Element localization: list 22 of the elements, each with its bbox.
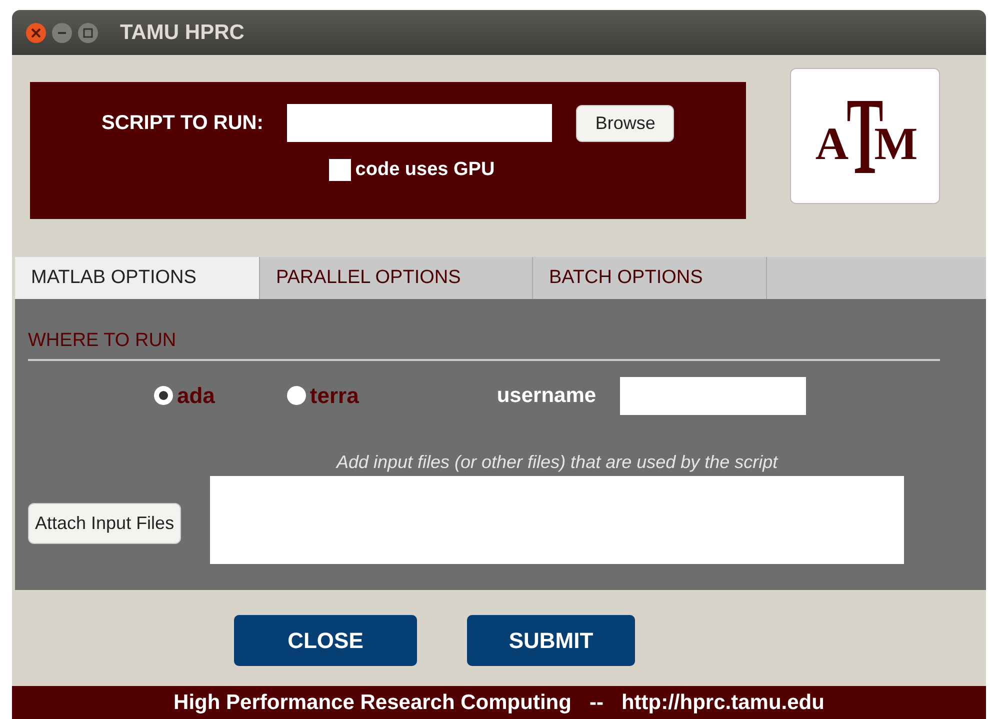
window-title: TAMU HPRC <box>120 20 244 46</box>
username-field[interactable] <box>620 376 806 414</box>
tab[interactable]: MATLAB OPTIONS <box>15 257 260 299</box>
footer-link[interactable]: http://hprc.tamu.edu <box>621 686 824 718</box>
footer-separator: -- <box>589 690 604 716</box>
attach-button[interactable]: Attach Input Files <box>28 502 182 544</box>
close-icon[interactable] <box>26 22 46 42</box>
footer-text: High Performance Research Computing <box>174 690 572 716</box>
gpu-checkbox[interactable] <box>329 159 352 182</box>
submit-button[interactable]: SUBMIT <box>467 615 635 666</box>
browse-button[interactable]: Browse <box>576 104 674 142</box>
gpu-label: code uses GPU <box>355 158 495 182</box>
section-heading: WHERE TO RUN <box>28 327 940 360</box>
script-field[interactable] <box>287 104 552 142</box>
radio-button[interactable] <box>286 386 306 405</box>
maximize-icon[interactable] <box>78 22 98 42</box>
script-label: SCRIPT TO RUN: <box>102 111 264 136</box>
username-label: username <box>496 382 596 409</box>
close-button[interactable]: CLOSE <box>234 615 417 666</box>
minimize-icon[interactable] <box>52 22 72 42</box>
radio-button[interactable] <box>154 386 173 405</box>
hint-text: Add input files (or other files) that are used by the script <box>336 450 778 474</box>
